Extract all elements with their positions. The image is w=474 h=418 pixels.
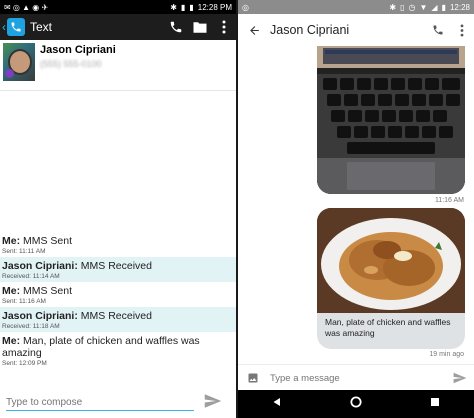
more-vert-icon bbox=[460, 23, 464, 37]
alarm-icon: ◷ bbox=[408, 2, 416, 12]
message-body: MMS Sent bbox=[23, 235, 73, 247]
avatar-badge bbox=[5, 69, 14, 78]
right-screenshot: ◎ ✱ ▯ ◷ ▼ ◢ ▮ 12:28 Jason Cipriani 11:16… bbox=[238, 0, 474, 418]
message-meta: Sent: 12:09 PM bbox=[2, 360, 47, 367]
signal-icon: ▮ bbox=[180, 2, 186, 12]
app-bar: Jason Cipriani bbox=[238, 14, 474, 47]
waffle-photo bbox=[317, 208, 465, 313]
triangle-back-icon bbox=[273, 398, 280, 406]
nav-back-button[interactable] bbox=[271, 395, 283, 413]
message-timestamp: 19 min ago bbox=[429, 351, 464, 358]
message-body: MMS Received bbox=[80, 310, 152, 322]
message-body: Man, plate of chicken and waffles was am… bbox=[2, 335, 200, 359]
status-bar: ◎ ✱ ▯ ◷ ▼ ◢ ▮ 12:28 bbox=[238, 0, 474, 14]
message-sender: Jason Cipriani: bbox=[2, 260, 78, 272]
message-item[interactable]: Me: MMS Sent Sent: 11:16 AM bbox=[0, 282, 236, 307]
nav-home-button[interactable] bbox=[349, 395, 363, 414]
message-sender: Me: bbox=[2, 235, 21, 247]
image-message-laptop[interactable] bbox=[317, 46, 465, 194]
signal-icon: ◢ bbox=[431, 2, 438, 12]
message-thread: Me: MMS Sent Sent: 11:11 AM Jason Cipria… bbox=[0, 232, 236, 369]
message-item[interactable]: Jason Cipriani: MMS Received Received: 1… bbox=[0, 307, 236, 332]
bluetooth-icon: ✱ bbox=[389, 2, 397, 12]
message-meta: Received: 11:14 AM bbox=[2, 273, 60, 280]
wifi-icon: ▼ bbox=[419, 2, 428, 12]
contact-number: (555) 555-0100 bbox=[40, 59, 102, 69]
status-time: 12:28 bbox=[449, 2, 470, 12]
message-sender: Me: bbox=[2, 335, 21, 347]
message-body: MMS Received bbox=[80, 260, 152, 272]
notification-icons: ✉ ◎ ▲ ◉ ✈ bbox=[4, 2, 49, 12]
chicken-waffles-photo bbox=[317, 208, 465, 313]
message-timestamp: 11:16 AM bbox=[434, 197, 464, 204]
image-caption: Man, plate of chicken and waffles was am… bbox=[325, 317, 451, 338]
battery-icon: ▮ bbox=[189, 2, 194, 12]
bluetooth-icon: ✱ bbox=[170, 2, 177, 12]
phone-app-icon[interactable] bbox=[7, 18, 25, 36]
message-meta: Sent: 11:11 AM bbox=[2, 248, 46, 255]
message-meta: Received: 11:18 AM bbox=[2, 323, 60, 330]
call-button[interactable] bbox=[164, 20, 188, 34]
message-sender: Me: bbox=[2, 285, 21, 297]
send-button[interactable] bbox=[204, 393, 222, 414]
call-button[interactable] bbox=[426, 24, 450, 36]
compose-bar bbox=[0, 388, 236, 418]
overflow-menu-button[interactable] bbox=[212, 20, 236, 34]
back-button[interactable] bbox=[238, 24, 270, 37]
message-thread: 11:16 AM Man, plate of chicken and waffl… bbox=[238, 46, 474, 364]
message-item[interactable]: Jason Cipriani: MMS Received Received: 1… bbox=[0, 257, 236, 282]
vibrate-icon: ▯ bbox=[400, 2, 405, 12]
send-icon bbox=[453, 372, 467, 384]
laptop-keyboard-photo bbox=[317, 46, 465, 194]
notification-icon: ◎ bbox=[242, 2, 249, 12]
message-input[interactable] bbox=[268, 371, 446, 385]
app-title: Text bbox=[30, 20, 53, 34]
image-message-waffles[interactable]: Man, plate of chicken and waffles was am… bbox=[317, 208, 465, 349]
home-circle-icon bbox=[350, 395, 362, 408]
compose-input[interactable] bbox=[6, 395, 194, 411]
contact-header: Jason Cipriani (555) 555-0100 bbox=[0, 40, 236, 91]
message-body: MMS Sent bbox=[23, 285, 73, 297]
status-bar: ✉ ◎ ▲ ◉ ✈ ✱ ▮ ▮ 12:28 PM bbox=[0, 0, 236, 14]
conversation-title: Jason Cipriani bbox=[270, 23, 350, 37]
app-bar: ‹ Text bbox=[0, 14, 236, 40]
message-item[interactable]: Me: MMS Sent Sent: 11:11 AM bbox=[0, 232, 236, 257]
left-screenshot: ✉ ◎ ▲ ◉ ✈ ✱ ▮ ▮ 12:28 PM ‹ Text Jason Ci… bbox=[0, 0, 236, 418]
attach-image-button[interactable] bbox=[238, 372, 268, 384]
image-icon bbox=[248, 373, 258, 383]
send-icon bbox=[204, 393, 222, 408]
phone-icon bbox=[170, 21, 182, 33]
overflow-menu-button[interactable] bbox=[450, 23, 474, 37]
folder-button[interactable] bbox=[188, 21, 212, 34]
message-meta: Sent: 11:16 AM bbox=[2, 298, 46, 305]
battery-icon: ▮ bbox=[441, 2, 446, 12]
message-sender: Jason Cipriani: bbox=[2, 310, 78, 322]
send-button[interactable] bbox=[446, 372, 474, 384]
navigation-bar bbox=[238, 390, 474, 418]
status-time: 12:28 PM bbox=[197, 2, 232, 12]
compose-bar bbox=[238, 364, 474, 391]
contact-name: Jason Cipriani bbox=[40, 44, 116, 56]
phone-icon bbox=[433, 25, 443, 35]
recents-square-icon bbox=[431, 398, 439, 406]
avatar[interactable] bbox=[3, 43, 35, 81]
message-item[interactable]: Me: Man, plate of chicken and waffles wa… bbox=[0, 332, 236, 369]
nav-recents-button[interactable] bbox=[429, 395, 441, 413]
arrow-back-icon bbox=[249, 25, 259, 35]
more-vert-icon bbox=[222, 20, 226, 34]
back-chevron-icon[interactable]: ‹ bbox=[0, 20, 6, 34]
folder-icon bbox=[193, 21, 207, 33]
